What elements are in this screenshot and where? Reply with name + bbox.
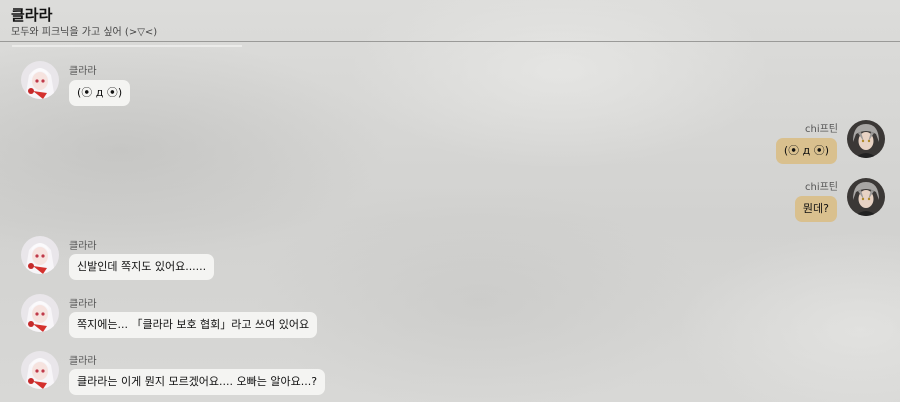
sender-name: 클라라 bbox=[69, 356, 97, 367]
clara-avatar-icon[interactable] bbox=[21, 294, 59, 332]
clara-avatar-icon[interactable] bbox=[21, 61, 59, 99]
player-avatar-icon[interactable] bbox=[847, 120, 885, 158]
clara-avatar-icon[interactable] bbox=[21, 351, 59, 389]
chat-background bbox=[0, 0, 900, 402]
message-bubble: 쪽지에는... 「클라라 보호 협회」라고 쓰여 있어요 bbox=[69, 312, 318, 338]
message-bubble: (⦿ д ⦿) bbox=[775, 138, 837, 164]
header-shadow-line bbox=[12, 45, 242, 47]
clara-avatar-icon[interactable] bbox=[21, 236, 59, 274]
sender-name: 클라라 bbox=[69, 241, 97, 252]
message-bubble: (⦿ д ⦿) bbox=[69, 80, 131, 106]
sender-name: 클라라 bbox=[69, 66, 97, 77]
message-bubble: 신발인데 쪽지도 있어요...... bbox=[69, 254, 215, 280]
chat-title: 클라라 bbox=[11, 6, 53, 24]
sender-name: chi프틴 bbox=[804, 124, 838, 135]
chat-header: 클라라 모두와 피크닉을 가고 싶어 (>▽<) bbox=[0, 0, 900, 42]
message-bubble: 뭔데? bbox=[794, 196, 837, 222]
message-bubble: 클라라는 이게 뭔지 모르겠어요.... 오빠는 알아요...? bbox=[69, 369, 326, 395]
sender-name: 클라라 bbox=[69, 299, 97, 310]
chat-subtitle: 모두와 피크닉을 가고 싶어 (>▽<) bbox=[11, 27, 158, 38]
player-avatar-icon[interactable] bbox=[847, 178, 885, 216]
sender-name: chi프틴 bbox=[804, 182, 838, 193]
